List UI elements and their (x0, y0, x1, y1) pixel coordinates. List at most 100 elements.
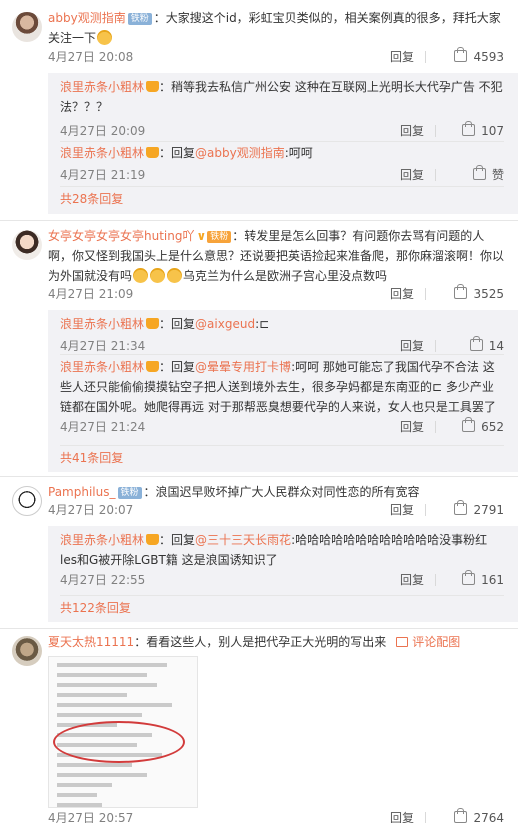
timestamp: 4月27日 20:08 (48, 50, 134, 64)
like-button[interactable]: 2764 (454, 808, 504, 823)
username-link[interactable]: 浪里赤条小粗林 (60, 146, 144, 160)
like-button[interactable]: 3525 (454, 284, 504, 302)
divider (435, 169, 436, 181)
reply-button[interactable]: 回复 (390, 810, 414, 823)
like-count: 4593 (473, 50, 504, 64)
comment-item: Pamphilus_ 铁粉 ：浪国迟早败坏掉广大人民群众对同性恋的所有宽容 4月27… (0, 478, 518, 626)
reply-button[interactable]: 回复 (390, 49, 414, 65)
reply-button[interactable]: 回复 (390, 502, 414, 518)
username-link[interactable]: 浪里赤条小粗林 (60, 317, 144, 331)
thumb-up-icon (454, 808, 468, 823)
reply-divider (60, 141, 504, 142)
comment-meta: 4月27日 21:09 回复 3525 (48, 284, 504, 302)
fan-badge: 铁粉 (127, 13, 152, 25)
comment-meta: 4月27日 20:07 回复 2791 (48, 500, 504, 518)
avatar[interactable] (12, 486, 42, 516)
more-replies-link[interactable]: 共41条回复 (60, 448, 123, 468)
divider (435, 421, 436, 433)
comment-text: 女亭女亭女亭女亭huting吖 ∨ 铁粉 ：转发里是怎么回事？有问题你去骂有问题的人啊… (48, 226, 504, 286)
username-link[interactable]: abby观测指南 (48, 11, 126, 25)
reply-divider (60, 186, 504, 187)
reply-divider (60, 445, 504, 446)
mention-link[interactable]: @aixgeud (195, 317, 255, 331)
reply-divider (60, 354, 504, 355)
username-link[interactable]: Pamphilus_ (48, 485, 116, 499)
more-replies-link[interactable]: 共122条回复 (60, 598, 131, 618)
reply-item: 浪里赤条小粗林 ：回复@abby观测指南:呵呵 4月27日 21:19 回复 赞 (60, 143, 504, 183)
avatar[interactable] (12, 12, 42, 42)
vip-crown-icon (146, 81, 160, 92)
comment-item: 夏天太热11111：看看这些人，别人是把代孕正大光明的写出来 评论配图 4月27日… (0, 630, 518, 823)
timestamp: 4月27日 21:34 (60, 339, 146, 353)
comment-image-link[interactable]: 评论配图 (412, 635, 460, 649)
username-link[interactable]: 浪里赤条小粗林 (60, 360, 144, 374)
comment-list: abby观测指南 铁粉 ：大家搜这个id，彩虹宝贝类似的，相关案例真的很多，拜托大家… (0, 0, 518, 823)
image-text-line (57, 673, 147, 677)
like-button[interactable]: 161 (462, 570, 504, 588)
fan-badge: 铁粉 (207, 231, 232, 243)
thumb-up-icon (462, 121, 476, 136)
reply-meta: 4月27日 22:55 回复 161 (60, 570, 504, 588)
emoji-icon (97, 30, 113, 45)
image-text-line (57, 783, 112, 787)
mention-link[interactable]: @晕晕专用打卡博 (195, 360, 291, 374)
username-link[interactable]: 女亭女亭女亭女亭huting吖 (48, 229, 194, 243)
thumb-up-icon (454, 500, 468, 515)
emoji-icon (150, 268, 166, 283)
reply-box: 浪里赤条小粗林 ：回复@三十三天长雨花:哈哈哈哈哈哈哈哈哈哈哈哈没事粉红les和G… (48, 526, 518, 622)
username-link[interactable]: 夏天太热11111 (48, 635, 134, 649)
like-count: 3525 (473, 287, 504, 301)
reply-meta: 4月27日 21:34 回复 14 (60, 336, 504, 354)
divider (435, 125, 436, 137)
avatar[interactable] (12, 230, 42, 260)
fan-badge: 铁粉 (117, 487, 142, 499)
reply-button[interactable]: 回复 (390, 286, 414, 302)
reply-button[interactable]: 回复 (400, 338, 424, 354)
timestamp: 4月27日 21:24 (60, 420, 146, 434)
thumb-up-icon (472, 165, 486, 180)
username-link[interactable]: 浪里赤条小粗林 (60, 533, 144, 547)
reply-meta: 4月27日 20:09 回复 107 (60, 121, 504, 139)
reply-item: 浪里赤条小粗林 ：回复@aixgeud:⊏ 4月27日 21:34 回复 14 (60, 314, 504, 354)
comment-text: Pamphilus_ 铁粉 ：浪国迟早败坏掉广大人民群众对同性恋的所有宽容 (48, 485, 420, 499)
comment-divider (0, 220, 518, 221)
vip-crown-icon (146, 361, 160, 372)
mention-link[interactable]: @abby观测指南 (195, 146, 285, 160)
comment-divider (0, 476, 518, 477)
like-button[interactable]: 652 (462, 417, 504, 435)
like-count: 2764 (473, 811, 504, 823)
reply-button[interactable]: 回复 (400, 572, 424, 588)
thumb-up-icon (462, 417, 476, 432)
reply-text: 浪里赤条小粗林 ：回复@晕晕专用打卡博:呵呵 那她可能忘了我国代孕不合法 这些人还… (60, 360, 496, 414)
divider (435, 574, 436, 586)
like-button[interactable]: 4593 (454, 47, 504, 65)
vip-crown-icon (146, 318, 160, 329)
image-text-line (57, 663, 167, 667)
thumb-up-icon (469, 336, 483, 351)
like-button[interactable]: 2791 (454, 500, 504, 518)
like-button[interactable]: 赞 (472, 165, 504, 183)
image-text-line (57, 683, 157, 687)
emoji-icon (167, 268, 183, 283)
image-text-line (57, 793, 97, 797)
mention-link[interactable]: @三十三天长雨花 (195, 533, 291, 547)
reply-box: 浪里赤条小粗林 ：稍等我去私信广州公安 这种在互联网上光明长大代孕广告 不犯法？？… (48, 73, 518, 214)
avatar[interactable] (12, 636, 42, 666)
vip-crown-icon (146, 147, 160, 158)
comment-image[interactable] (48, 656, 198, 808)
thumb-up-icon (462, 570, 476, 585)
timestamp: 4月27日 21:19 (60, 168, 146, 182)
like-count: 14 (488, 339, 504, 353)
thumb-up-icon (454, 284, 468, 299)
reply-button[interactable]: 回复 (400, 419, 424, 435)
timestamp: 4月27日 20:09 (60, 124, 146, 138)
username-link[interactable]: 浪里赤条小粗林 (60, 80, 144, 94)
reply-button[interactable]: 回复 (400, 167, 424, 183)
like-button[interactable]: 107 (462, 121, 504, 139)
reply-button[interactable]: 回复 (400, 123, 424, 139)
like-button[interactable]: 14 (469, 336, 504, 354)
more-replies-link[interactable]: 共28条回复 (60, 189, 123, 209)
image-text-line (57, 773, 147, 777)
divider (425, 51, 426, 63)
divider (435, 340, 436, 352)
